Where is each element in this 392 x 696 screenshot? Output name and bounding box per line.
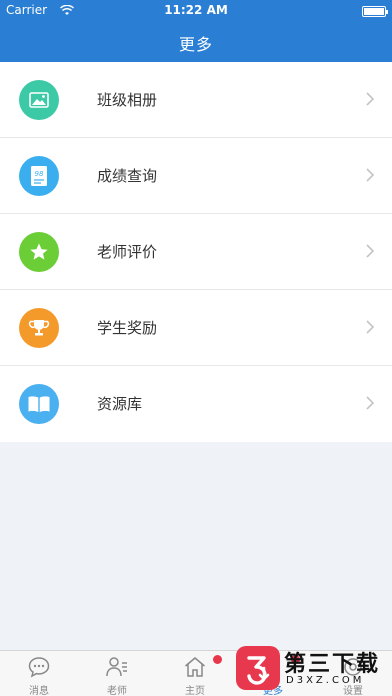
menu-item-label: 资源库 [97,395,143,413]
tab-label: 主页 [185,686,205,696]
menu-item-student-award[interactable]: 学生奖励 [0,290,392,366]
chevron-right-icon [366,320,374,334]
menu-item-label: 学生奖励 [97,319,158,337]
chevron-right-icon [366,92,374,106]
menu-item-resource-library[interactable]: 资源库 [0,366,392,442]
watermark-subtext: D3XZ.COM [286,675,365,686]
chevron-right-icon [366,244,374,258]
battery-icon [362,6,388,17]
menu-item-label: 老师评价 [97,243,158,261]
star-icon [19,232,59,272]
nav-bar: 更多 [0,22,392,62]
menu-item-class-album[interactable]: 班级相册 [0,62,392,138]
tab-label: 老师 [107,686,127,696]
status-time: 11:22 AM [164,3,228,17]
score-icon: 98 [19,156,59,196]
menu-item-label: 班级相册 [97,91,158,109]
chevron-right-icon [366,168,374,182]
status-bar: Carrier 11:22 AM [0,0,392,22]
menu-list: 班级相册 98 成绩查询 老师评价 学生奖励 资源库 [0,62,392,442]
menu-item-score-query[interactable]: 98 成绩查询 [0,138,392,214]
trophy-icon [19,308,59,348]
home-icon [185,657,205,677]
home-notification-dot [213,655,222,664]
watermark-text: 第三下载 [284,652,381,677]
chat-icon [28,657,50,678]
menu-item-teacher-review[interactable]: 老师评价 [0,214,392,290]
download-logo-icon [236,646,280,690]
tab-teachers[interactable]: 老师 [78,651,156,696]
watermark-logo: 第三下载 D3XZ.COM [236,644,386,696]
photo-album-icon [19,80,59,120]
tab-label: 消息 [29,686,49,696]
menu-item-label: 成绩查询 [97,167,158,185]
page-title: 更多 [178,35,213,54]
score-badge-text: 98 [35,170,44,178]
tab-home[interactable]: 主页 [156,651,234,696]
teacher-icon [106,657,127,677]
tab-messages[interactable]: 消息 [0,651,78,696]
chevron-right-icon [366,396,374,410]
book-icon [19,384,59,424]
